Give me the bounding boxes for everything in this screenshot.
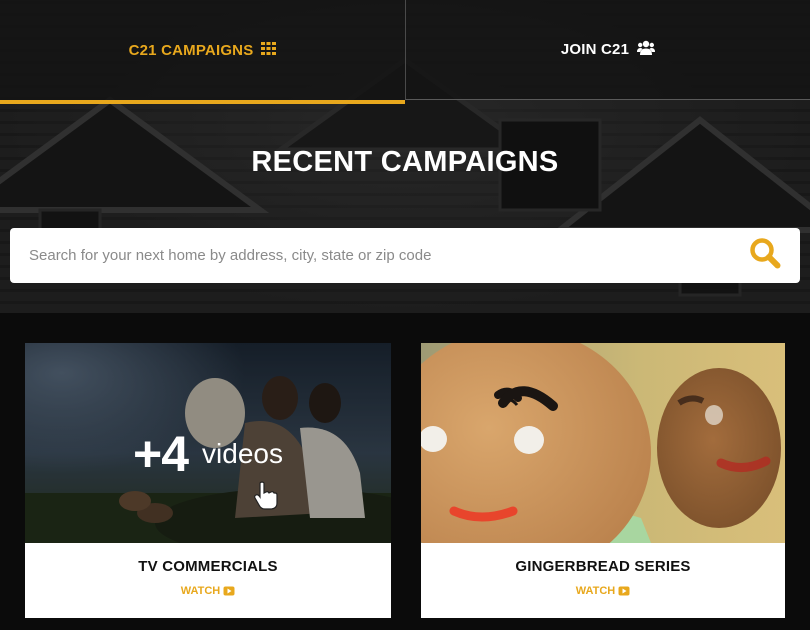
tab-join-c21-label: JOIN C21 — [560, 41, 630, 58]
video-count: +4 — [133, 426, 189, 482]
watch-label: WATCH — [575, 585, 616, 597]
tab-c21-campaigns[interactable]: C21 CAMPAIGNS — [0, 0, 405, 104]
video-count-label: videos — [202, 438, 283, 469]
campaign-card-gingerbread-series[interactable]: GINGERBREAD SERIES WATCH — [421, 343, 785, 618]
campaign-card-tv-commercials[interactable]: +4 videos TV COMMERCIALS WATCH — [25, 343, 391, 618]
tab-join-c21[interactable]: JOIN C21 — [405, 0, 810, 100]
hand-pointer-icon — [253, 481, 279, 516]
watch-link-gingerbread-series[interactable]: WATCH — [576, 585, 631, 597]
search-icon — [749, 237, 781, 274]
campaign-image-gingerbread-series[interactable] — [421, 343, 785, 543]
search-bar — [10, 228, 800, 283]
grid-icon — [261, 41, 277, 59]
users-icon — [637, 40, 656, 59]
play-icon — [223, 586, 235, 596]
campaign-title: GINGERBREAD SERIES — [515, 558, 691, 575]
search-button[interactable] — [730, 228, 800, 283]
search-input[interactable] — [10, 228, 730, 283]
play-icon — [618, 586, 630, 596]
campaign-card-body: TV COMMERCIALS WATCH — [25, 543, 391, 618]
campaign-title: TV COMMERCIALS — [138, 558, 278, 575]
video-count-overlay: +4 videos — [25, 425, 391, 483]
watch-link-tv-commercials[interactable]: WATCH — [181, 585, 236, 597]
hero-banner: C21 CAMPAIGNS JOIN C21 RECENT CAMPAIGNS … — [0, 0, 810, 313]
watch-label: WATCH — [180, 585, 221, 597]
campaign-image-tv-commercials[interactable]: +4 videos — [25, 343, 391, 543]
page-title: RECENT CAMPAIGNS — [251, 146, 559, 178]
top-nav: C21 CAMPAIGNS JOIN C21 — [0, 0, 810, 104]
campaign-card-body: GINGERBREAD SERIES WATCH — [421, 543, 785, 618]
gingerbread-cookies-image — [421, 343, 785, 543]
tab-c21-campaigns-label: C21 CAMPAIGNS — [128, 41, 254, 59]
